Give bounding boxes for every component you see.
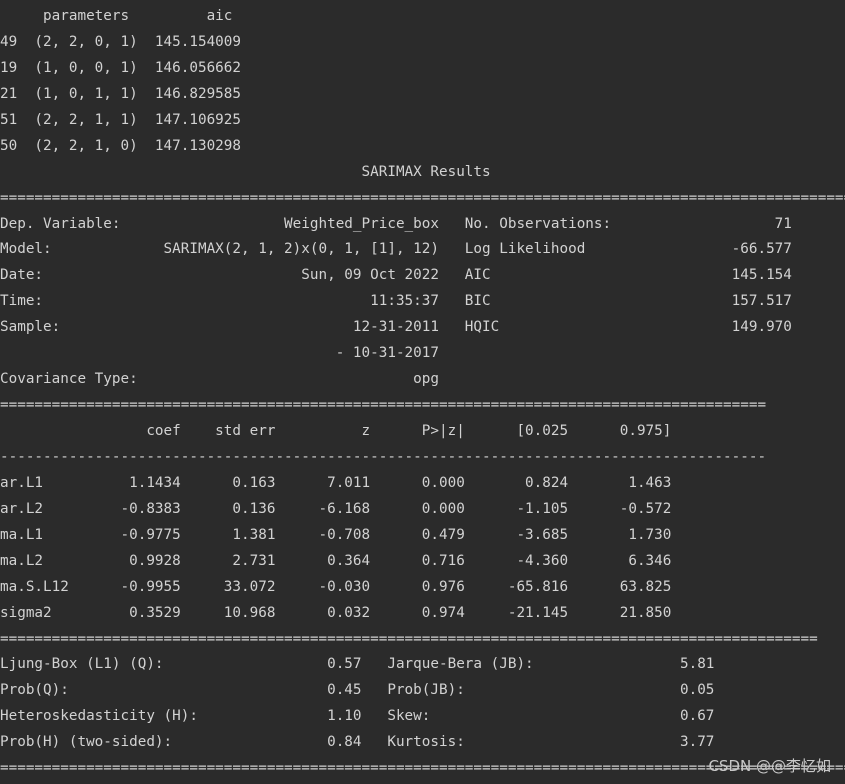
diag-row-prob-h: Prob(H) (two-sided): 0.84 Kurtosis: 3.77	[0, 734, 715, 751]
coef-table-header: coef std err z P>|z| [0.025 0.975]	[0, 423, 672, 439]
summary-row-time: Time: 11:35:37 BIC 157.517	[0, 293, 792, 310]
separator-line: ========================================…	[0, 630, 818, 647]
summary-row-covariance: Covariance Type: opg	[0, 371, 439, 388]
aic-table-row: 49 (2, 2, 0, 1) 145.154009	[0, 33, 242, 50]
coef-row-ma-l2: ma.L2 0.9928 2.731 0.364 0.716 -4.360 6.…	[0, 552, 672, 569]
summary-row-model: Model: SARIMAX(2, 1, 2)x(0, 1, [1], 12) …	[0, 241, 792, 258]
summary-row-date: Date: Sun, 09 Oct 2022 AIC 145.154	[0, 267, 792, 284]
sarimax-results-title: SARIMAX Results	[0, 163, 491, 180]
aic-table-row: 50 (2, 2, 1, 0) 147.130298	[0, 137, 242, 154]
diag-row-ljung-box: Ljung-Box (L1) (Q): 0.57 Jarque-Bera (JB…	[0, 656, 715, 673]
diag-row-prob-q: Prob(Q): 0.45 Prob(JB): 0.05	[0, 682, 715, 699]
aic-table-row: 21 (1, 0, 1, 1) 146.829585	[0, 85, 242, 102]
separator-line: ========================================…	[0, 189, 845, 206]
separator-line: ========================================…	[0, 397, 767, 414]
console-output: parameters aic 49 (2, 2, 0, 1) 145.154009…	[0, 4, 845, 782]
diag-row-heteroskedasticity: Heteroskedasticity (H): 1.10 Skew: 0.67	[0, 708, 715, 725]
dashed-separator: ----------------------------------------…	[0, 448, 767, 465]
coef-row-ma-l1: ma.L1 -0.9775 1.381 -0.708 0.479 -3.685 …	[0, 526, 672, 543]
aic-table-row: 19 (1, 0, 0, 1) 146.056662	[0, 59, 242, 76]
coef-row-ma-s-l12: ma.S.L12 -0.9955 33.072 -0.030 0.976 -65…	[0, 578, 672, 595]
summary-row-sample: Sample: 12-31-2011 HQIC 149.970	[0, 319, 792, 336]
coef-row-sigma2: sigma2 0.3529 10.968 0.032 0.974 -21.145…	[0, 604, 672, 621]
summary-row-dep-variable: Dep. Variable: Weighted_Price_box No. Ob…	[0, 215, 792, 232]
coef-row-ar-l2: ar.L2 -0.8383 0.136 -6.168 0.000 -1.105 …	[0, 500, 672, 517]
aic-table-row: 51 (2, 2, 1, 1) 147.106925	[0, 111, 242, 128]
aic-table-header: parameters aic	[0, 8, 233, 24]
coef-row-ar-l1: ar.L1 1.1434 0.163 7.011 0.000 0.824 1.4…	[0, 474, 672, 491]
csdn-watermark: CSDN @@李忆如	[708, 757, 831, 775]
summary-row-sample-end: - 10-31-2017	[0, 345, 439, 362]
